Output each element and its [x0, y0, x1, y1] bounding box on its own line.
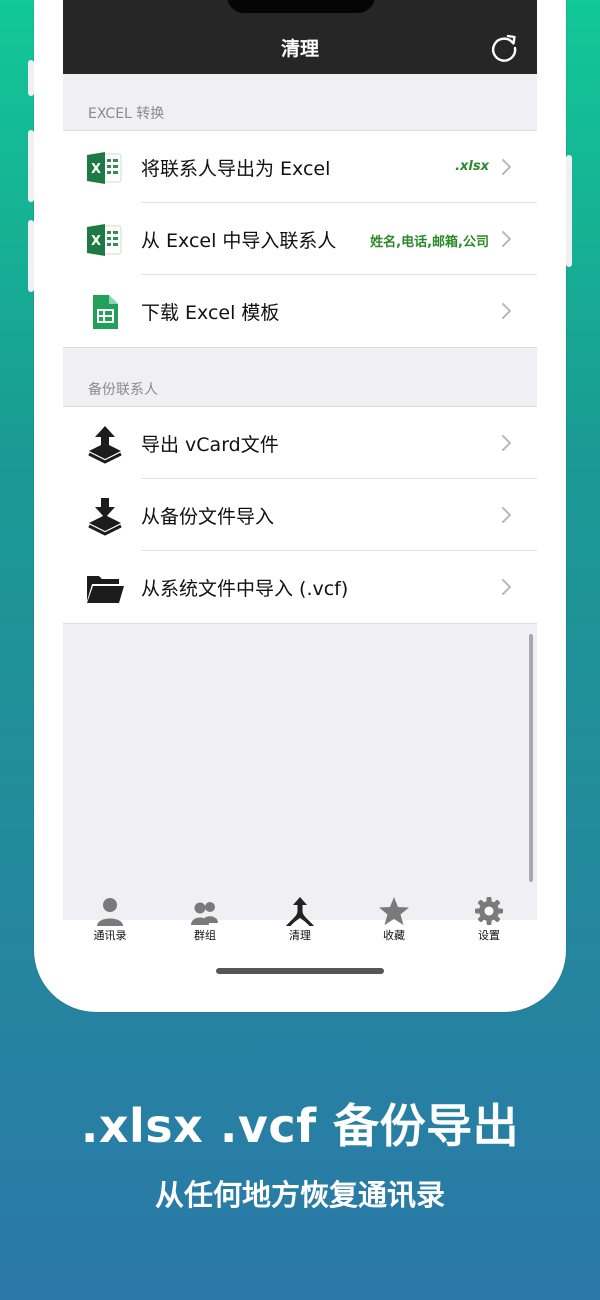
svg-text:X: X	[91, 234, 101, 249]
excel-icon: X	[87, 224, 122, 256]
tab-label: 清理	[289, 929, 311, 942]
download-tray-icon	[88, 498, 122, 536]
chevron-right-icon	[502, 231, 511, 247]
upload-tray-icon	[88, 426, 122, 464]
phone-side-button	[28, 130, 34, 202]
backup-group: 导出 vCard文件 从备份文件导入 从系统文件中导入 (.vcf)	[63, 406, 537, 624]
tab-label: 群组	[194, 929, 216, 942]
person-icon	[97, 898, 123, 926]
excel-icon: X	[87, 152, 122, 184]
row-label: 从系统文件中导入 (.vcf)	[141, 578, 349, 600]
section-header-excel: EXCEL 转换	[88, 106, 165, 122]
tab-contacts[interactable]: 通讯录	[70, 898, 150, 943]
merge-arrow-icon	[286, 897, 314, 926]
excel-group: X 将联系人导出为 Excel .xlsx X 从 Excel 中导入联系人 姓…	[63, 130, 537, 348]
row-label: 将联系人导出为 Excel	[141, 158, 331, 180]
format-badge: .xlsx	[455, 159, 489, 174]
list-item-export-vcard[interactable]: 导出 vCard文件	[63, 407, 537, 479]
promo-headline: .xlsx .vcf 备份导出	[80, 1099, 520, 1153]
fields-badge: 姓名,电话,邮箱,公司	[370, 235, 489, 250]
home-indicator	[216, 968, 384, 974]
chevron-right-icon	[502, 579, 511, 595]
svg-text:X: X	[91, 162, 101, 177]
phone-side-button	[566, 155, 572, 267]
phone-side-button	[28, 220, 34, 292]
tab-settings[interactable]: 设置	[449, 897, 529, 943]
promo-subline: 从任何地方恢复通讯录	[154, 1178, 445, 1212]
tab-bar: 通讯录 群组 清理 收藏 设置	[63, 897, 537, 985]
phone-notch	[227, 0, 375, 13]
list-item-download-template[interactable]: 下载 Excel 模板	[63, 275, 537, 347]
list-item-export-excel[interactable]: X 将联系人导出为 Excel .xlsx	[63, 131, 537, 203]
chevron-right-icon	[502, 303, 511, 319]
row-label: 下载 Excel 模板	[141, 302, 280, 324]
page-title: 清理	[280, 38, 319, 60]
refresh-icon[interactable]	[489, 32, 519, 62]
tab-label: 收藏	[383, 929, 405, 942]
phone-side-button	[28, 60, 34, 96]
app-screen: 清理 EXCEL 转换 X 将联系人导出为 Excel .xlsx X 从 Ex…	[63, 0, 537, 985]
scrollbar[interactable]	[529, 634, 533, 882]
folder-icon	[87, 576, 124, 603]
tab-groups[interactable]: 群组	[165, 902, 245, 943]
list-item-import-excel[interactable]: X 从 Excel 中导入联系人 姓名,电话,邮箱,公司	[63, 203, 537, 275]
tab-label: 通讯录	[93, 929, 127, 942]
section-header-backup: 备份联系人	[88, 382, 158, 398]
chevron-right-icon	[502, 159, 511, 175]
tab-clean[interactable]: 清理	[260, 897, 340, 943]
navigation-bar: 清理	[63, 0, 537, 74]
chevron-right-icon	[502, 507, 511, 523]
tab-favorites[interactable]: 收藏	[354, 897, 434, 943]
gear-icon	[475, 897, 503, 925]
tab-label: 设置	[478, 929, 500, 942]
list-item-import-backup[interactable]: 从备份文件导入	[63, 479, 537, 551]
chevron-right-icon	[502, 435, 511, 451]
row-label: 导出 vCard文件	[141, 434, 279, 456]
row-label: 从备份文件导入	[141, 506, 275, 528]
list-item-import-system-file[interactable]: 从系统文件中导入 (.vcf)	[63, 551, 537, 623]
row-label: 从 Excel 中导入联系人	[141, 230, 337, 252]
group-icon	[191, 902, 218, 925]
spreadsheet-icon	[93, 295, 118, 329]
star-icon	[379, 897, 409, 925]
